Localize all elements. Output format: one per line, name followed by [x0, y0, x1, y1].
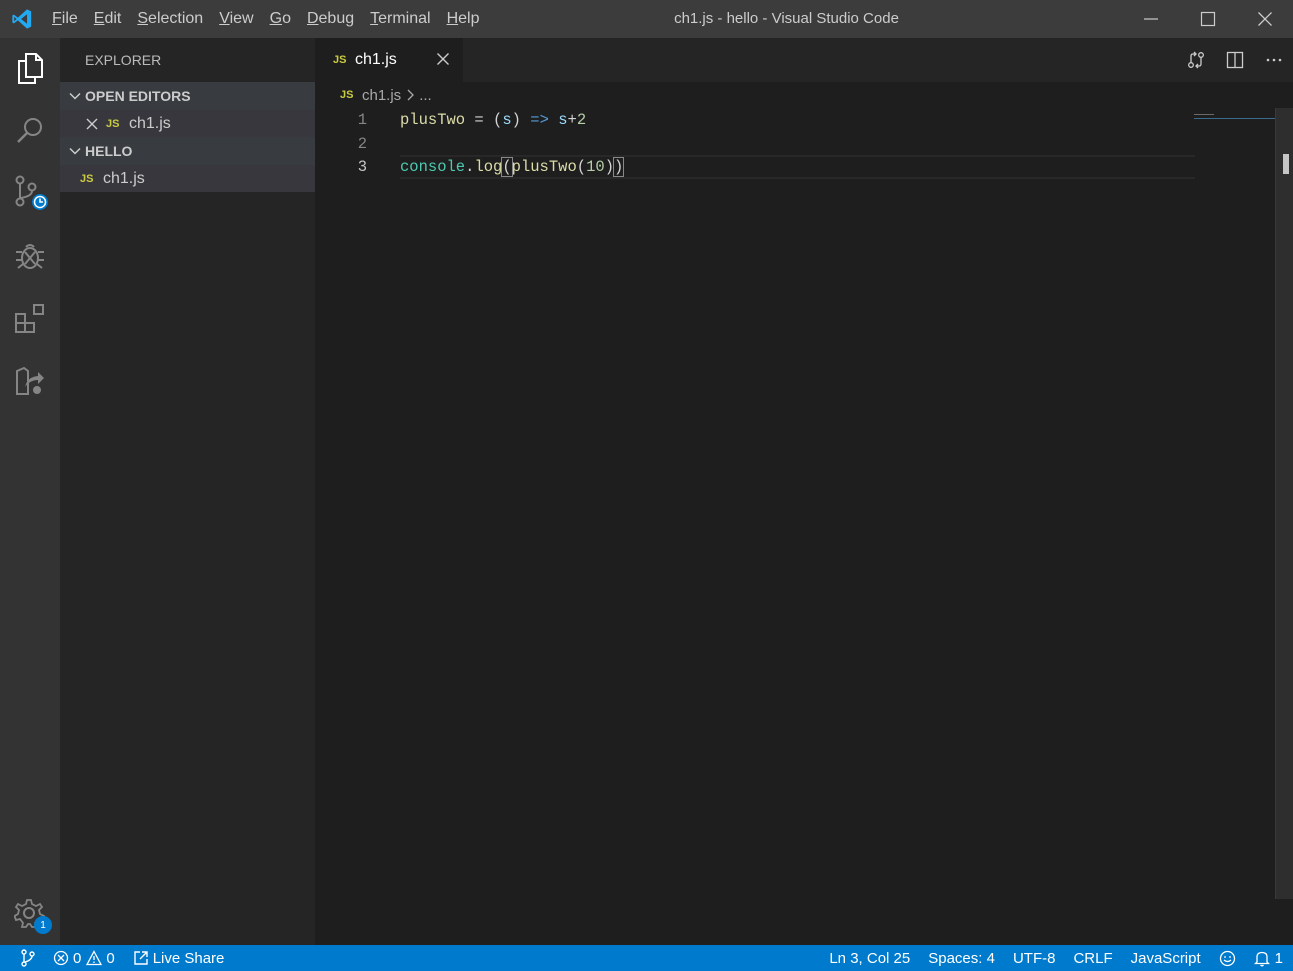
- open-editor-filename: ch1.js: [129, 114, 171, 132]
- minimize-icon: [1143, 18, 1158, 20]
- open-changes-button[interactable]: [1176, 38, 1215, 82]
- activity-extensions[interactable]: [0, 288, 60, 348]
- chevron-down-icon: [66, 145, 84, 157]
- code-line[interactable]: 2: [315, 133, 1195, 156]
- activity-bar: 1: [0, 38, 60, 945]
- breadcrumb-file[interactable]: ch1.js: [362, 87, 401, 104]
- editor-tab-bar: JS ch1.js: [315, 38, 1293, 82]
- language-mode[interactable]: JavaScript: [1122, 945, 1210, 971]
- error-count: 0: [73, 949, 82, 967]
- explorer-sidebar: EXPLORER OPEN EDITORS JS ch1.js HELLO JS…: [60, 38, 315, 945]
- status-right: Ln 3, Col 25 Spaces: 4 UTF-8 CRLF JavaSc…: [820, 945, 1293, 971]
- file-encoding[interactable]: UTF-8: [1004, 945, 1065, 971]
- js-file-icon: JS: [340, 89, 354, 101]
- activity-source-control[interactable]: [0, 162, 60, 222]
- title-bar: File Edit Selection View Go Debug Termin…: [0, 0, 1293, 38]
- chevron-down-icon: [66, 90, 84, 102]
- status-bar: 0 0 Live Share Ln 3, Col 25 Spaces: 4 UT…: [0, 945, 1293, 971]
- menu-debug[interactable]: Debug: [299, 0, 362, 38]
- cursor-position[interactable]: Ln 3, Col 25: [820, 945, 919, 971]
- menu-selection[interactable]: Selection: [129, 0, 211, 38]
- line-number: 1: [357, 111, 367, 129]
- error-icon: [53, 950, 69, 966]
- bell-icon: [1253, 951, 1270, 966]
- open-editors-header[interactable]: OPEN EDITORS: [60, 82, 315, 110]
- open-editors-label: OPEN EDITORS: [85, 88, 191, 104]
- debug-icon: [16, 244, 44, 269]
- activity-explorer[interactable]: [0, 38, 60, 98]
- activity-live-share[interactable]: [0, 351, 60, 411]
- line-code: plusTwo = (s) => s+2: [400, 111, 587, 129]
- menu-bar: File Edit Selection View Go Debug Termin…: [44, 0, 488, 38]
- split-editor-icon: [1226, 51, 1243, 69]
- minimize-button[interactable]: [1122, 0, 1179, 38]
- live-share-icon: [16, 366, 44, 395]
- tab-ch1-js[interactable]: JS ch1.js: [315, 38, 463, 82]
- end-of-line[interactable]: CRLF: [1064, 945, 1121, 971]
- folder-label: HELLO: [85, 143, 133, 159]
- warning-icon: [86, 950, 103, 966]
- activity-debug[interactable]: [0, 226, 60, 286]
- menu-file[interactable]: File: [44, 0, 86, 38]
- source-control-icon: [15, 175, 48, 210]
- smiley-icon: [1219, 950, 1235, 966]
- search-icon: [17, 118, 42, 143]
- breadcrumb-symbols[interactable]: ...: [419, 87, 432, 104]
- share-icon: [133, 951, 148, 965]
- split-editor-button[interactable]: [1215, 38, 1254, 82]
- js-file-icon: JS: [106, 117, 120, 130]
- feedback-button[interactable]: [1210, 945, 1245, 971]
- line-number: 3: [357, 158, 367, 176]
- ellipsis-icon: [1266, 58, 1281, 62]
- manage-badge: 1: [34, 916, 52, 934]
- tab-label: ch1.js: [355, 51, 397, 68]
- git-branch-icon: [21, 949, 35, 967]
- maximize-button[interactable]: [1179, 0, 1236, 38]
- close-tab-icon[interactable]: [436, 52, 450, 71]
- code-line[interactable]: 3 console.log(plusTwo(10)): [315, 156, 1195, 179]
- live-share-label: Live Share: [152, 949, 225, 967]
- live-share-status[interactable]: Live Share: [124, 945, 234, 971]
- js-file-icon: JS: [80, 172, 94, 185]
- activity-manage[interactable]: 1: [0, 884, 60, 944]
- minimap[interactable]: [1193, 108, 1276, 119]
- indentation[interactable]: Spaces: 4: [919, 945, 1004, 971]
- notification-count: 1: [1274, 949, 1283, 967]
- code-editor[interactable]: 1 plusTwo = (s) => s+2 2 3 console.log(p…: [315, 108, 1293, 945]
- compare-changes-icon: [1187, 51, 1204, 69]
- maximize-icon: [1200, 11, 1215, 27]
- folder-file-item[interactable]: JS ch1.js: [60, 165, 315, 192]
- scroll-cursor-marker: [1283, 154, 1289, 174]
- more-actions-button[interactable]: [1254, 38, 1293, 82]
- line-code: console.log(plusTwo(10)): [400, 157, 625, 177]
- line-number: 2: [357, 135, 367, 153]
- vertical-scrollbar[interactable]: [1275, 108, 1293, 899]
- vscode-logo-icon: [0, 0, 44, 38]
- menu-terminal[interactable]: Terminal: [362, 0, 438, 38]
- close-editor-icon[interactable]: [86, 118, 106, 130]
- activity-search[interactable]: [0, 100, 60, 160]
- menu-help[interactable]: Help: [439, 0, 488, 38]
- code-line[interactable]: 1 plusTwo = (s) => s+2: [315, 109, 1195, 132]
- warning-count: 0: [106, 949, 115, 967]
- menu-go[interactable]: Go: [262, 0, 299, 38]
- sidebar-title: EXPLORER: [85, 52, 162, 68]
- folder-header[interactable]: HELLO: [60, 137, 315, 165]
- chevron-right-icon: [405, 89, 415, 101]
- remote-indicator[interactable]: [0, 945, 45, 971]
- menu-edit[interactable]: Edit: [86, 0, 130, 38]
- explorer-icon: [18, 53, 43, 84]
- js-file-icon: JS: [333, 54, 347, 66]
- menu-view[interactable]: View: [211, 0, 261, 38]
- problems-indicator[interactable]: 0 0: [45, 945, 124, 971]
- folder-filename: ch1.js: [103, 169, 145, 187]
- close-icon: [1257, 12, 1272, 26]
- editor-actions: [1176, 38, 1293, 82]
- breadcrumb: JS ch1.js ...: [315, 82, 1293, 108]
- window-controls: [1122, 0, 1293, 38]
- notifications-button[interactable]: 1: [1245, 945, 1293, 971]
- extensions-icon: [15, 304, 44, 333]
- close-window-button[interactable]: [1236, 0, 1293, 38]
- open-editor-item[interactable]: JS ch1.js: [60, 110, 315, 137]
